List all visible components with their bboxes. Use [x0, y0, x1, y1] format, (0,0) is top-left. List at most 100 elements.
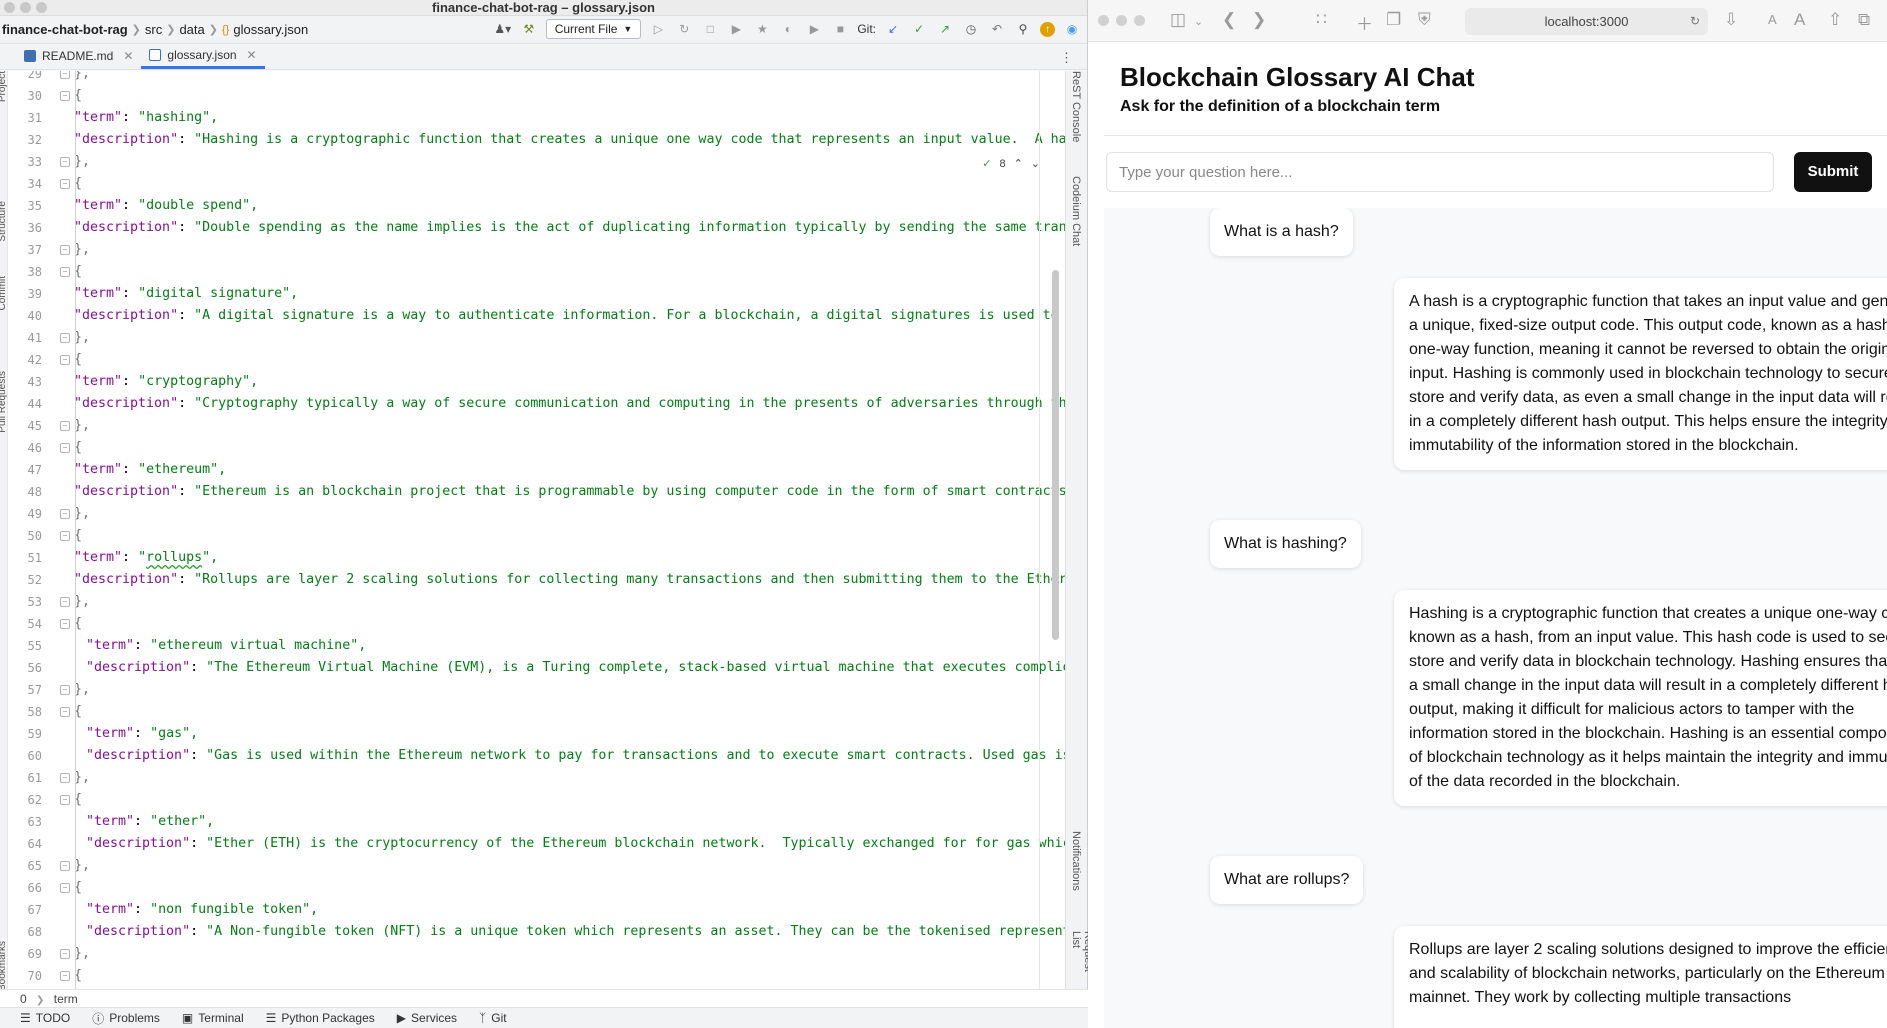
code-area[interactable]: },{"term": "hashing", "description": "Has…: [68, 71, 1066, 989]
close-icon[interactable]: ✕: [247, 48, 257, 62]
json-path-root[interactable]: 0: [20, 992, 27, 1006]
code-line[interactable]: "description": "Double spending as the n…: [74, 217, 1066, 239]
git-push-icon[interactable]: ↗: [936, 20, 954, 38]
code-editor[interactable]: Project Structure Commit Pull Requests Bookm…: [0, 71, 1066, 989]
zoom-window-button[interactable]: [1134, 15, 1145, 26]
close-icon[interactable]: ✕: [123, 49, 133, 63]
code-line[interactable]: "term": "hashing",: [74, 107, 218, 129]
text-large-icon[interactable]: A: [1794, 10, 1805, 30]
code-line[interactable]: "description": "Rollups are layer 2 scal…: [74, 569, 1066, 591]
tool-terminal[interactable]: ▣ Terminal: [182, 1011, 244, 1025]
more-vertical-icon[interactable]: ⋮: [1060, 50, 1073, 66]
inspection-widget[interactable]: ✓ 8 ⌃ ⌄: [982, 157, 1040, 171]
code-line[interactable]: },: [74, 239, 90, 261]
editor-scrollbar[interactable]: [1052, 270, 1059, 640]
plugin-logo-icon[interactable]: ◉: [1063, 20, 1081, 38]
code-line[interactable]: },: [74, 767, 90, 789]
code-line[interactable]: "term": "double spend",: [74, 195, 258, 217]
tool-python-packages[interactable]: ☰ Python Packages: [266, 1011, 375, 1025]
code-line[interactable]: "description": "Gas is used within the E…: [86, 745, 1066, 767]
left-panel-pull-requests[interactable]: Pull Requests: [0, 371, 8, 433]
sidebar-icon[interactable]: ◫: [1170, 10, 1186, 30]
tab-glossary-json[interactable]: glossary.json ✕: [141, 43, 265, 69]
question-input[interactable]: Type your question here...: [1106, 152, 1774, 192]
code-line[interactable]: },: [74, 415, 90, 437]
code-line[interactable]: "term": "gas",: [86, 723, 198, 745]
code-line[interactable]: "term": "cryptography",: [74, 371, 258, 393]
git-update-icon[interactable]: ↙: [884, 20, 902, 38]
minimize-window-button[interactable]: [1116, 15, 1127, 26]
rollback-icon[interactable]: ↶: [988, 20, 1006, 38]
tab-readme[interactable]: README.md ✕: [16, 43, 141, 69]
code-line[interactable]: },: [74, 151, 90, 173]
build-hammer-icon[interactable]: ⚒: [520, 20, 538, 38]
download-icon[interactable]: ⇩: [1724, 10, 1738, 30]
tool-todo[interactable]: ☰ TODO: [20, 1011, 70, 1025]
back-icon[interactable]: ❮: [1222, 10, 1236, 30]
code-line[interactable]: },: [74, 855, 90, 877]
breadcrumb-src[interactable]: src: [145, 22, 162, 37]
profile-icon[interactable]: ▶: [805, 20, 823, 38]
code-line[interactable]: "term": "digital signature",: [74, 283, 298, 305]
code-line[interactable]: },: [74, 679, 90, 701]
chevron-up-icon[interactable]: ⌃: [1014, 157, 1023, 170]
search-icon[interactable]: ⚲: [1014, 20, 1032, 38]
close-window-button[interactable]: [1098, 15, 1109, 26]
submit-button[interactable]: Submit: [1794, 152, 1872, 192]
notifications-panel[interactable]: Notifications: [1070, 831, 1082, 891]
update-icon[interactable]: ↑: [1040, 21, 1055, 37]
code-line[interactable]: "description": "Cryptography typically a…: [74, 393, 1066, 415]
chat-history[interactable]: What is a hash? A hash is a cryptographi…: [1104, 208, 1887, 1028]
history-icon[interactable]: ◷: [962, 20, 980, 38]
breadcrumb-file[interactable]: glossary.json: [233, 22, 308, 37]
codeium-chat-panel[interactable]: Codeium Chat: [1070, 176, 1082, 246]
tab-overview-icon[interactable]: ⧉: [1858, 10, 1870, 30]
share-icon[interactable]: ⇧: [1828, 10, 1842, 30]
forward-icon[interactable]: ❯: [1252, 10, 1266, 30]
run-config-select[interactable]: Current File ▼: [545, 19, 642, 39]
left-panel-bookmarks[interactable]: Bookmarks: [0, 941, 8, 989]
json-path-term[interactable]: term: [54, 992, 78, 1006]
coverage-icon[interactable]: ◐: [779, 20, 797, 38]
left-panel-project[interactable]: Project: [0, 71, 8, 102]
tool-services[interactable]: ▶ Services: [397, 1011, 457, 1025]
address-bar[interactable]: localhost:3000 ↻: [1465, 8, 1708, 35]
code-line[interactable]: "description": "Ethereum is an blockchai…: [74, 481, 1066, 503]
code-line[interactable]: "description": "A digital signature is a…: [74, 305, 1066, 327]
chevron-down-icon[interactable]: ⌄: [1031, 157, 1040, 170]
code-line[interactable]: "description": "Ether (ETH) is the crypt…: [86, 833, 1066, 855]
code-line[interactable]: "description": "A Non-fungible token (NF…: [86, 921, 1066, 943]
play-icon[interactable]: ▶: [727, 20, 745, 38]
breadcrumb-project[interactable]: finance-chat-bot-rag: [2, 22, 128, 37]
chevron-down-icon[interactable]: ⌄: [1194, 15, 1203, 28]
breadcrumb-data[interactable]: data: [179, 22, 204, 37]
left-panel-structure[interactable]: Structure: [0, 201, 8, 242]
code-line[interactable]: "description": "Hashing is a cryptograph…: [74, 129, 1066, 151]
tool-problems[interactable]: ⓘ Problems: [92, 1010, 160, 1027]
code-line[interactable]: },: [74, 943, 90, 965]
rerun-icon[interactable]: ↻: [675, 20, 693, 38]
text-small-icon[interactable]: A: [1768, 12, 1777, 27]
code-line[interactable]: "term": "ethereum",: [74, 459, 226, 481]
reload-icon[interactable]: ↻: [1690, 8, 1700, 35]
code-line[interactable]: },: [74, 591, 90, 613]
left-panel-commit[interactable]: Commit: [0, 276, 8, 310]
rest-console-panel[interactable]: ReST Console: [1070, 71, 1082, 142]
code-line[interactable]: },: [74, 503, 90, 525]
tool-git[interactable]: ᛉ Git: [479, 1011, 507, 1025]
stop-all-icon[interactable]: ■: [831, 20, 849, 38]
new-tab-icon[interactable]: ＋: [1356, 10, 1373, 35]
stop-icon[interactable]: □: [701, 20, 719, 38]
code-line[interactable]: "term": "ethereum virtual machine",: [86, 635, 366, 657]
user-icon[interactable]: ♟▾: [494, 20, 512, 38]
shield-icon[interactable]: ⛨: [1418, 10, 1431, 30]
code-line[interactable]: "term": "non fungible token",: [86, 899, 318, 921]
debug-icon[interactable]: ★: [753, 20, 771, 38]
code-line[interactable]: "description": "The Ethereum Virtual Mac…: [86, 657, 1066, 679]
grid-icon[interactable]: ∷: [1316, 10, 1327, 30]
run-icon[interactable]: ▷: [649, 20, 667, 38]
code-line[interactable]: "term": "ether",: [86, 811, 214, 833]
tabs-icon[interactable]: ❐: [1386, 10, 1401, 30]
code-line[interactable]: },: [74, 327, 90, 349]
git-commit-icon[interactable]: ✓: [910, 20, 928, 38]
